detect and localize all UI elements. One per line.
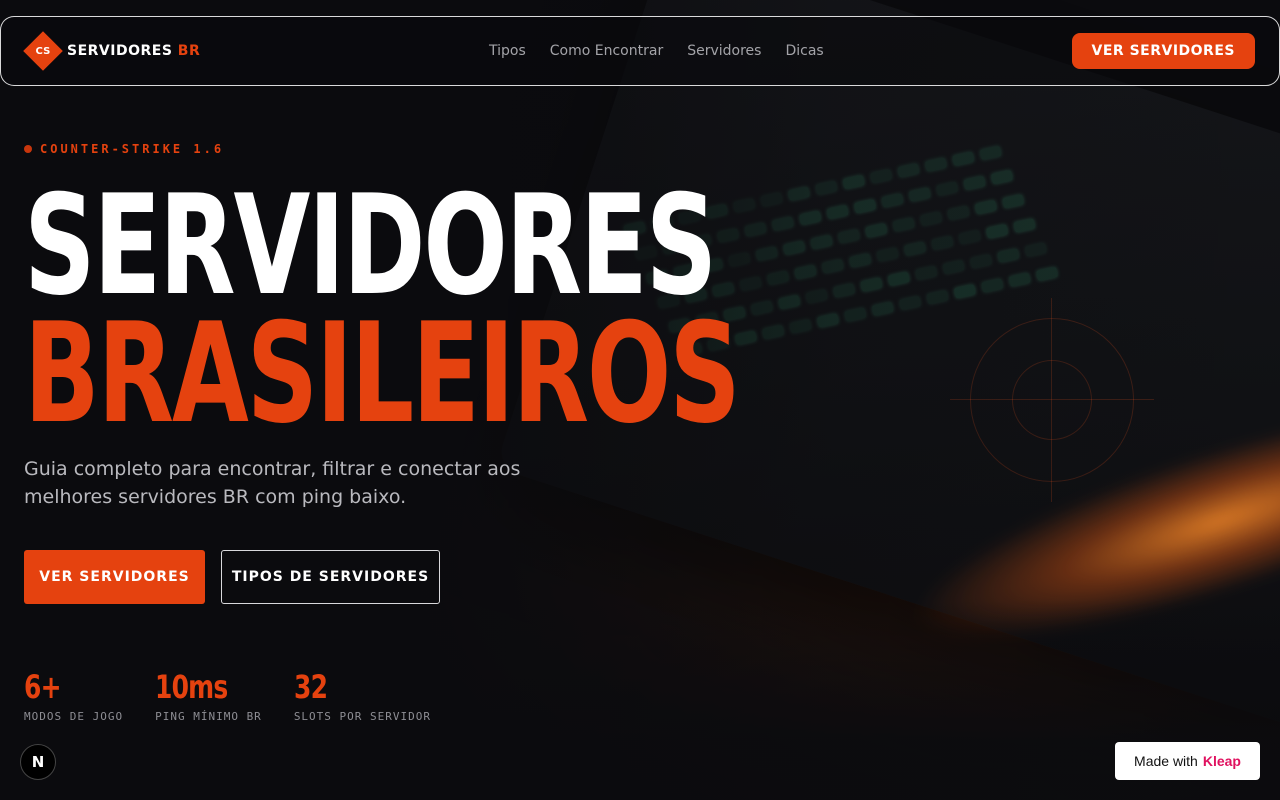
hero-title-line1: SERVIDORES: [24, 182, 739, 310]
stat-label: SLOTS POR SERVIDOR: [294, 710, 431, 723]
hero-subtitle: Guia completo para encontrar, filtrar e …: [24, 455, 544, 511]
site-logo[interactable]: CS SERVIDORES BR: [29, 37, 200, 65]
hero-title-line2: BRASILEIROS: [24, 310, 739, 438]
tipos-de-servidores-button[interactable]: TIPOS DE SERVIDORES: [221, 550, 440, 604]
stat-value: 10ms: [155, 668, 238, 706]
nav-ver-servidores-button[interactable]: VER SERVIDORES: [1072, 33, 1255, 69]
made-with-kleap-badge[interactable]: Made with Kleap: [1115, 742, 1260, 780]
ver-servidores-button[interactable]: VER SERVIDORES: [24, 550, 205, 604]
kleap-prefix: Made with: [1134, 753, 1198, 769]
stat-item: 10ms PING MÍNIMO BR: [155, 668, 262, 723]
eyebrow-text: COUNTER-STRIKE 1.6: [40, 142, 224, 156]
stat-label: MODOS DE JOGO: [24, 710, 123, 723]
logo-text-accent: BR: [178, 43, 200, 59]
stat-item: 6+ MODOS DE JOGO: [24, 668, 123, 723]
logo-text: SERVIDORES BR: [67, 43, 200, 59]
logo-diamond-icon: CS: [23, 31, 63, 71]
stat-value: 6+: [24, 668, 101, 706]
nav-link-tipos[interactable]: Tipos: [489, 43, 526, 59]
eyebrow-dot-icon: [24, 145, 32, 153]
hero-eyebrow: COUNTER-STRIKE 1.6: [24, 142, 224, 156]
nav-links: Tipos Como Encontrar Servidores Dicas: [489, 43, 824, 59]
kleap-brand: Kleap: [1203, 753, 1241, 769]
stat-label: PING MÍNIMO BR: [155, 710, 262, 723]
logo-text-main: SERVIDORES: [67, 43, 172, 59]
top-navbar: CS SERVIDORES BR Tipos Como Encontrar Se…: [0, 16, 1280, 86]
stat-value: 32: [294, 668, 401, 706]
nav-link-como-encontrar[interactable]: Como Encontrar: [550, 43, 663, 59]
logo-mark-text: CS: [36, 45, 51, 56]
nav-link-dicas[interactable]: Dicas: [785, 43, 823, 59]
hero-title: SERVIDORES BRASILEIROS: [24, 182, 739, 438]
nextjs-badge-icon[interactable]: N: [20, 744, 56, 780]
nav-link-servidores[interactable]: Servidores: [687, 43, 761, 59]
stat-item: 32 SLOTS POR SERVIDOR: [294, 668, 431, 723]
hero-stats: 6+ MODOS DE JOGO 10ms PING MÍNIMO BR 32 …: [24, 668, 431, 723]
